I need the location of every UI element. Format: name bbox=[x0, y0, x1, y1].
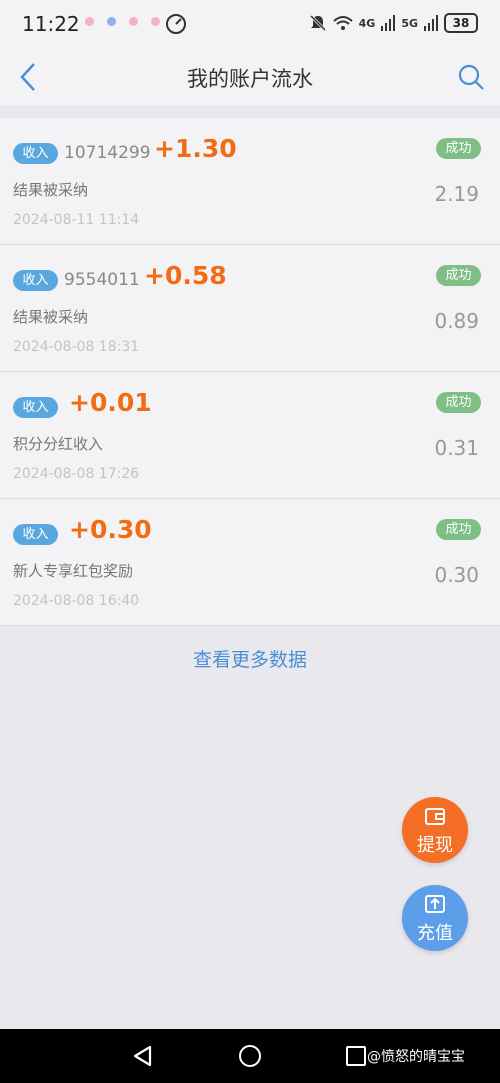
transaction-balance: 0.89 bbox=[434, 309, 479, 333]
income-tag: 收入 bbox=[13, 524, 58, 545]
notification-dot-icon bbox=[107, 17, 116, 26]
status-badge: 成功 bbox=[436, 265, 481, 286]
transaction-datetime: 2024-08-08 17:26 bbox=[13, 466, 140, 482]
transaction-balance: 0.31 bbox=[434, 436, 479, 460]
transaction-amount: +0.30 bbox=[69, 515, 152, 544]
status-badge: 成功 bbox=[436, 519, 481, 540]
transaction-description: 新人专享红包奖励 bbox=[13, 562, 134, 580]
transaction-description: 结果被采纳 bbox=[13, 308, 89, 326]
network-type-4g: 4G bbox=[358, 16, 376, 30]
system-nav-bar: @愤怒的晴宝宝 bbox=[0, 1029, 500, 1083]
transaction-list: 收入 10714299 +1.30 成功 结果被采纳 2.19 2024-08-… bbox=[0, 118, 500, 626]
transaction-amount: +0.01 bbox=[69, 388, 152, 417]
recharge-button[interactable]: 充值 bbox=[402, 885, 468, 951]
search-icon[interactable] bbox=[456, 62, 486, 92]
network-type-5g: 5G bbox=[401, 16, 418, 30]
transaction-id: 10714299 bbox=[64, 143, 151, 163]
status-time: 11:22 bbox=[22, 12, 80, 36]
income-tag: 收入 bbox=[13, 397, 58, 418]
signal-icon bbox=[381, 15, 396, 31]
transaction-row[interactable]: 收入 +0.01 成功 积分分红收入 0.31 2024-08-08 17:26 bbox=[0, 372, 500, 499]
transaction-description: 积分分红收入 bbox=[13, 435, 104, 453]
wallet-icon bbox=[425, 808, 445, 825]
transaction-datetime: 2024-08-11 11:14 bbox=[13, 212, 140, 228]
transaction-datetime: 2024-08-08 18:31 bbox=[13, 339, 140, 355]
transaction-balance: 2.19 bbox=[434, 182, 479, 206]
transaction-balance: 0.30 bbox=[434, 563, 479, 587]
mute-icon bbox=[309, 14, 326, 32]
upload-icon bbox=[425, 895, 445, 913]
transaction-amount: +1.30 bbox=[154, 134, 237, 163]
transaction-row[interactable]: 收入 10714299 +1.30 成功 结果被采纳 2.19 2024-08-… bbox=[0, 118, 500, 245]
transaction-id: 9554011 bbox=[64, 270, 140, 290]
notification-dot-icon bbox=[85, 17, 94, 26]
status-badge: 成功 bbox=[436, 138, 481, 159]
status-bar: 11:22 4G 5G 38 bbox=[0, 0, 500, 50]
signal-icon bbox=[424, 15, 438, 31]
transaction-amount: +0.58 bbox=[144, 261, 227, 290]
battery-icon: 38 bbox=[444, 13, 478, 33]
notification-icons bbox=[85, 17, 160, 26]
transaction-row[interactable]: 收入 +0.30 成功 新人专享红包奖励 0.30 2024-08-08 16:… bbox=[0, 499, 500, 626]
wifi-icon bbox=[332, 16, 353, 30]
notification-dot-icon bbox=[151, 17, 160, 26]
withdraw-label: 提现 bbox=[417, 835, 453, 856]
view-more-link[interactable]: 查看更多数据 bbox=[0, 645, 500, 672]
watermark: @愤怒的晴宝宝 bbox=[367, 1049, 465, 1065]
speedometer-icon bbox=[166, 14, 186, 34]
nav-home-icon[interactable] bbox=[239, 1045, 261, 1067]
status-badge: 成功 bbox=[436, 392, 481, 413]
income-tag: 收入 bbox=[13, 270, 58, 291]
nav-back-icon[interactable] bbox=[131, 1044, 155, 1068]
transaction-row[interactable]: 收入 9554011 +0.58 成功 结果被采纳 0.89 2024-08-0… bbox=[0, 245, 500, 372]
nav-recent-apps-icon[interactable] bbox=[346, 1046, 366, 1066]
status-right: 4G 5G 38 bbox=[309, 13, 478, 33]
page-title: 我的账户流水 bbox=[187, 67, 313, 91]
transaction-description: 结果被采纳 bbox=[13, 181, 89, 199]
transaction-datetime: 2024-08-08 16:40 bbox=[13, 593, 140, 609]
income-tag: 收入 bbox=[13, 143, 58, 164]
withdraw-button[interactable]: 提现 bbox=[402, 797, 468, 863]
notification-dot-icon bbox=[129, 17, 138, 26]
recharge-label: 充值 bbox=[417, 923, 453, 944]
page-header: 我的账户流水 bbox=[0, 50, 500, 105]
